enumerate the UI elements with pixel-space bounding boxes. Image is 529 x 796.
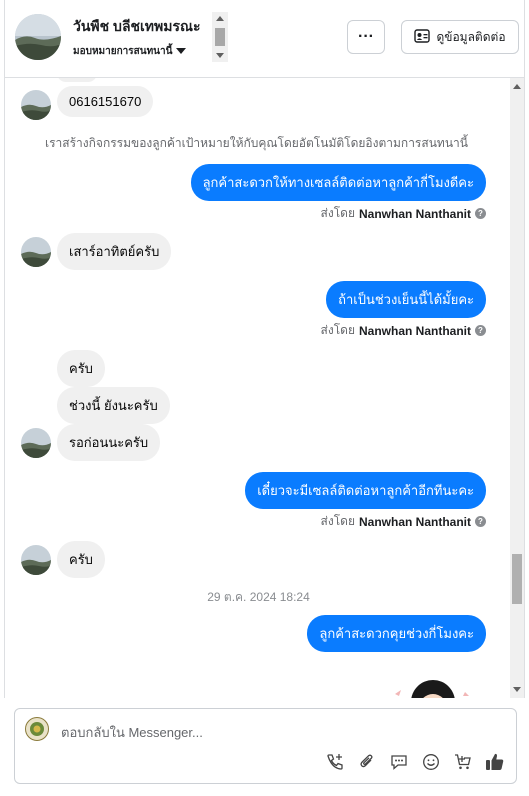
add-call-icon[interactable] [324,751,346,773]
message-incoming: รอก่อนนะครับ [57,424,161,461]
sent-by: ส่งโดย Nanwhan Nanthanit ? [321,512,486,531]
reply-input[interactable]: ตอบกลับใน Messenger... [61,722,203,743]
chevron-down-icon [176,46,187,57]
customer-avatar-small [21,237,51,267]
sent-by-agent: Nanwhan Nanthanit [358,206,471,221]
composer-toolbar [324,751,506,773]
message-incoming: เสาร์อาทิตย์ครับ [57,233,172,270]
message-outgoing: ลูกค้าสะดวกคุยช่วงกี่โมงคะ [307,615,486,652]
customer-avatar-small [21,545,51,575]
scroll-up-arrow[interactable] [513,84,521,89]
contact-card-icon [414,28,431,46]
header-name-scrollbar[interactable] [212,12,228,62]
sent-by: ส่งโดย Nanwhan Nanthanit ? [321,321,486,340]
message-timestamp: 29 ต.ค. 2024 18:24 [207,590,310,604]
more-options-button[interactable]: ··· [347,20,385,54]
message-incoming: ช่วงนี้ ยังนะครับ [57,387,170,424]
scroll-down-arrow[interactable] [216,53,224,58]
message-outgoing: ลูกค้าสะดวกให้ทางเซลล์ติดต่อหาลูกค้ากี่โ… [190,164,486,201]
system-note: เราสร้างกิจกรรมของลูกค้าเป้าหมายให้กับคุ… [45,136,468,150]
thread-scrollbar[interactable] [510,78,524,698]
sent-by-agent: Nanwhan Nanthanit [358,323,471,338]
sent-by: ส่งโดย Nanwhan Nanthanit ? [321,204,486,223]
scroll-up-arrow[interactable] [216,16,224,21]
attachment-icon[interactable] [356,751,378,773]
message-incoming: ครับ [57,350,105,387]
view-contact-label: ดูข้อมูลติดต่อ [436,29,506,44]
seen-sticker [391,676,471,698]
like-icon[interactable] [484,751,506,773]
message-outgoing: ถ้าเป็นช่วงเย็นนี้ได้มั้ยคะ [326,281,486,318]
page-logo [25,717,49,741]
sent-by-agent: Nanwhan Nanthanit [358,514,471,529]
message-bubble-cut [57,78,97,82]
help-icon[interactable]: ? [475,325,486,336]
customer-name: วันพืช บลีชเทพมรณะ [73,18,201,34]
customer-avatar-small [21,90,51,120]
scroll-down-arrow[interactable] [513,687,521,692]
emoji-icon[interactable] [420,751,442,773]
view-contact-button[interactable]: ดูข้อมูลติดต่อ [401,20,519,54]
customer-avatar-small [21,428,51,458]
scroll-thumb[interactable] [215,28,225,46]
customer-avatar[interactable] [15,14,61,60]
message-thread[interactable]: 0616151670 เราสร้างกิจกรรมของลูกค้าเป้าห… [4,78,525,698]
add-to-cart-icon[interactable] [452,751,474,773]
conversation-header: วันพืช บลีชเทพมรณะ มอบหมายการสนทนานี้ ··… [4,0,525,78]
message-incoming: ครับ [57,541,105,578]
help-icon[interactable]: ? [475,516,486,527]
assign-label: มอบหมายการสนทนานี้ [73,46,173,57]
more-icon: ··· [358,28,374,45]
assign-conversation-dropdown[interactable]: มอบหมายการสนทนานี้ [73,44,187,59]
message-outgoing: เดี๋ยวจะมีเซลล์ติดต่อหาลูกค้าอีกทีนะคะ [245,472,486,509]
saved-reply-icon[interactable] [388,751,410,773]
message-incoming: 0616151670 [57,86,154,117]
scroll-thumb[interactable] [512,554,522,604]
reply-composer[interactable]: ตอบกลับใน Messenger... [14,708,517,784]
help-icon[interactable]: ? [475,208,486,219]
